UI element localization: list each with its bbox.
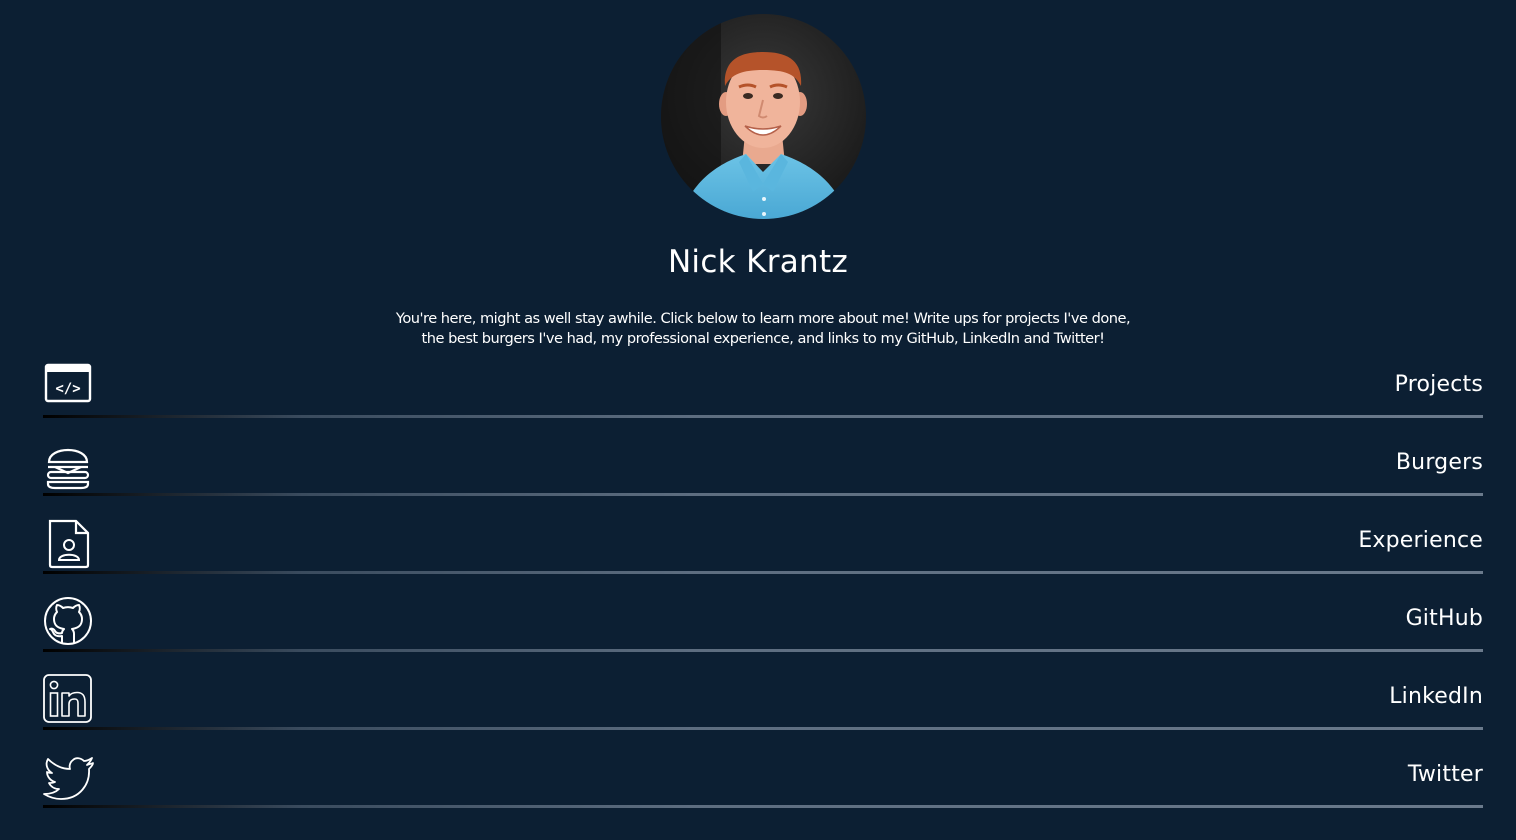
link-label: Burgers (1395, 450, 1483, 475)
linkedin-icon (43, 674, 95, 726)
divider (43, 415, 1483, 418)
profile-page: Nick Krantz You're here, might as well s… (0, 0, 1516, 840)
profile-name: Nick Krantz (667, 244, 849, 280)
profile-photo (661, 14, 866, 219)
burger-icon (43, 440, 95, 492)
link-linkedin[interactable]: LinkedIn (43, 666, 1483, 744)
link-list: </> Projects Burgers Experience GitHub L… (43, 354, 1483, 822)
avatar (661, 14, 866, 219)
divider (43, 805, 1483, 808)
link-github[interactable]: GitHub (43, 588, 1483, 666)
intro-line: You're here, might as well stay awhile. … (395, 310, 1131, 327)
divider (43, 727, 1483, 730)
link-burgers[interactable]: Burgers (43, 432, 1483, 510)
link-twitter[interactable]: Twitter (43, 744, 1483, 822)
svg-text:</>: </> (55, 381, 80, 397)
link-experience[interactable]: Experience (43, 510, 1483, 588)
code-window-icon: </> (43, 362, 95, 414)
link-label: Projects (1394, 372, 1483, 397)
intro-line: the best burgers I've had, my profession… (421, 330, 1106, 347)
divider (43, 493, 1483, 496)
link-label: LinkedIn (1389, 684, 1483, 709)
link-label: Twitter (1407, 762, 1483, 787)
twitter-icon (43, 752, 95, 804)
link-label: Experience (1358, 528, 1483, 553)
divider (43, 571, 1483, 574)
github-icon (43, 596, 95, 648)
link-projects[interactable]: </> Projects (43, 354, 1483, 432)
divider (43, 649, 1483, 652)
resume-document-icon (43, 518, 95, 570)
intro-text: You're here, might as well stay awhile. … (360, 309, 1166, 349)
link-label: GitHub (1405, 606, 1483, 631)
